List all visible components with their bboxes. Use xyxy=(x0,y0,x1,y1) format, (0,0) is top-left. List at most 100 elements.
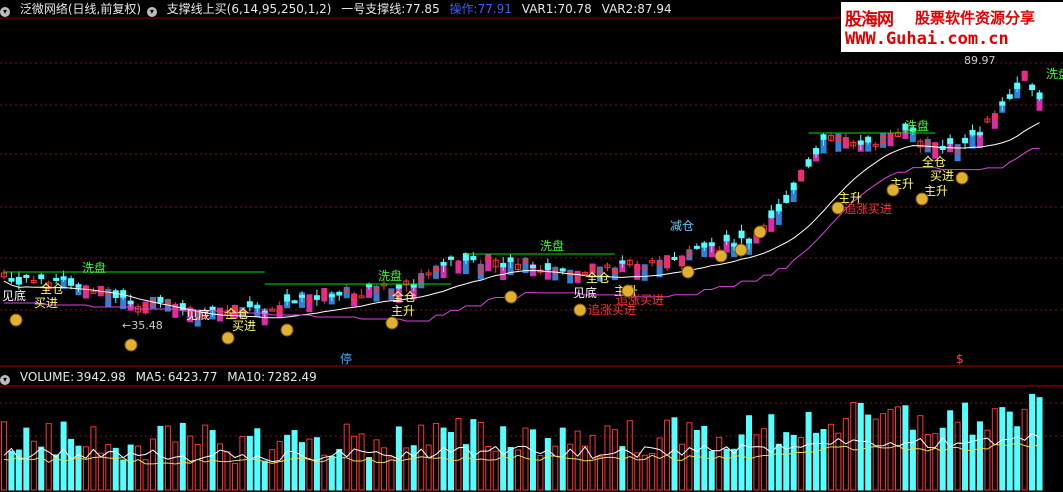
volume-bar xyxy=(291,430,298,491)
collapse-icon[interactable]: ▾ xyxy=(0,7,10,17)
volume-bar xyxy=(246,435,253,491)
volume-bar xyxy=(619,446,626,491)
volume-bar xyxy=(835,432,842,491)
candle-body xyxy=(529,265,536,269)
volume-bar xyxy=(857,402,864,491)
signal-label: 见底 xyxy=(186,307,210,322)
signal-label: 全仓 xyxy=(586,270,610,285)
volume-bar xyxy=(991,408,998,491)
collapse-icon[interactable]: ▾ xyxy=(0,375,10,385)
volume-bar xyxy=(45,423,52,491)
candle-body xyxy=(23,274,30,278)
candle-body xyxy=(731,243,738,247)
volume-bar xyxy=(1,421,7,491)
candle-body xyxy=(462,253,469,261)
support-value: 77.85 xyxy=(405,2,440,16)
volume-bar xyxy=(284,434,291,491)
indicator-menu-icon[interactable]: ▾ xyxy=(146,7,157,17)
volume-bar xyxy=(239,436,246,491)
volume-bar xyxy=(351,435,358,491)
volume-bar xyxy=(999,407,1006,491)
money-bag-icon xyxy=(621,284,635,298)
var2-label: VAR2: xyxy=(601,2,638,16)
candle-body xyxy=(500,262,507,268)
chart-canvas: 见底全仓买进洗盘见底全仓买进洗盘全仓主升洗盘全仓见底主升追涨买进追涨买进减仓主升… xyxy=(0,17,1063,491)
signal-label: 买进 xyxy=(232,319,256,333)
candle-body xyxy=(790,182,797,191)
volume-bar xyxy=(1029,393,1036,491)
candle-body xyxy=(448,256,454,260)
signal-label: 见底 xyxy=(573,285,597,300)
candle-body xyxy=(738,230,745,239)
volume-bar xyxy=(954,421,961,491)
op-label: 操作: xyxy=(449,2,478,16)
candle-body xyxy=(947,138,954,144)
candle-body xyxy=(701,242,708,248)
volume-bar xyxy=(924,434,931,491)
volume-bar xyxy=(38,446,45,491)
money-bag-icon xyxy=(831,201,845,215)
volume-bar xyxy=(68,438,75,491)
volume-bar xyxy=(127,444,134,491)
volume-bar xyxy=(760,428,767,491)
candle-body xyxy=(254,305,261,309)
volume-bar xyxy=(306,438,313,491)
volume-bar xyxy=(880,413,887,491)
volume-bar xyxy=(336,448,343,491)
candle-body xyxy=(440,261,447,266)
ma-line xyxy=(3,122,1040,319)
candle-body xyxy=(507,257,514,262)
money-bag-icon xyxy=(573,303,587,317)
volume-bar xyxy=(231,462,238,491)
volume-bar xyxy=(746,415,752,491)
volume-bar xyxy=(872,418,879,491)
volume-bar xyxy=(649,452,656,491)
volume-bar xyxy=(388,456,395,491)
volume-bar xyxy=(358,433,365,491)
volume-bar xyxy=(842,417,849,491)
candle-body xyxy=(291,300,298,304)
volume-bar xyxy=(909,429,916,491)
money-bag-icon xyxy=(886,183,900,197)
candle-body xyxy=(53,277,60,281)
money-bag-icon xyxy=(753,225,767,239)
candle-body xyxy=(544,263,551,270)
volume-bar xyxy=(798,437,805,491)
volume-bar xyxy=(813,432,820,491)
signal-label: 买进 xyxy=(930,169,954,183)
dividend-mark: $ xyxy=(956,352,964,366)
candle-body xyxy=(127,300,134,305)
money-bag-icon xyxy=(221,331,235,345)
money-bag-icon xyxy=(280,323,294,337)
candle-body xyxy=(999,101,1006,106)
signal-label: 全仓 xyxy=(40,281,64,296)
volume-bar xyxy=(865,414,872,491)
indicator-name[interactable]: 支撑线上买(6,14,95,250,1,2) xyxy=(167,2,332,16)
volume-bar xyxy=(962,402,969,491)
volume-bar xyxy=(731,448,738,491)
volume-bar xyxy=(701,425,708,491)
volume-bar xyxy=(976,421,983,491)
candle-body xyxy=(8,278,15,282)
volume-bar xyxy=(574,430,581,491)
volume-bar xyxy=(1006,411,1013,491)
volume-bar xyxy=(313,437,320,491)
candle-body xyxy=(60,276,67,280)
volume-bar xyxy=(425,444,432,491)
var2-value: 87.94 xyxy=(637,2,672,16)
volume-bar xyxy=(790,434,797,491)
logo-subtitle: 股票软件资源分享 xyxy=(915,9,1036,27)
volume-bar xyxy=(1014,426,1021,491)
volume-bar xyxy=(30,440,37,491)
candle-body xyxy=(1014,82,1021,89)
volume-bar xyxy=(261,460,268,491)
volume-bar xyxy=(135,445,142,491)
lower-support-line xyxy=(4,148,1040,322)
candle-body xyxy=(708,242,715,247)
ma5-value: 6423.77 xyxy=(167,370,218,384)
signal-label: 全仓 xyxy=(922,154,946,169)
volume-bar xyxy=(82,446,89,491)
volume-bar xyxy=(373,439,380,491)
volume-bar xyxy=(448,432,454,491)
candle-body xyxy=(783,194,790,203)
